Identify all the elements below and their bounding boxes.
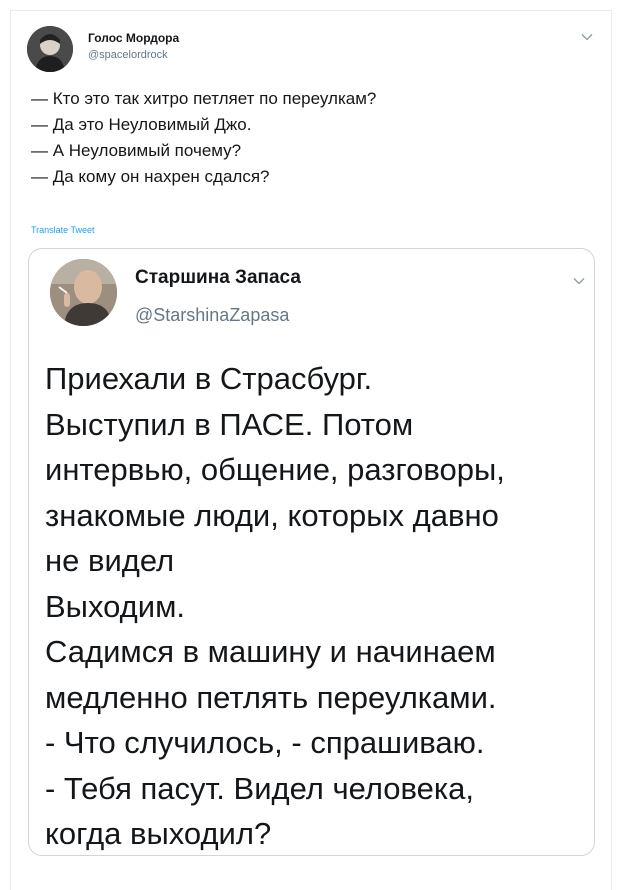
quoted-line: интервью, общение, разговоры,: [45, 452, 505, 487]
quoted-chevron-down-icon[interactable]: [572, 274, 586, 288]
quoted-line: Приехали в Страсбург.: [45, 361, 373, 396]
quoted-tweet[interactable]: Старшина Запаса @StarshinaZapasa Приехал…: [28, 248, 595, 856]
tweet-text: — Кто это так хитро петляет по переулкам…: [31, 86, 376, 190]
quoted-line: - Тебя пасут. Видел человека,: [45, 770, 475, 806]
quoted-author-handle[interactable]: @StarshinaZapasa: [135, 305, 289, 326]
chevron-down-icon[interactable]: [580, 30, 594, 44]
tweet-line: — Да кому он нахрен сдался?: [31, 167, 270, 186]
quoted-line: не видел: [45, 543, 175, 578]
quoted-author-name[interactable]: Старшина Запаса: [135, 267, 301, 289]
quoted-line: Садимся в машину и начинаем: [45, 634, 496, 669]
quoted-tweet-text: Приехали в Страсбург. Выступил в ПАСЕ. П…: [45, 356, 505, 855]
author-name[interactable]: Голос Мордора: [88, 31, 179, 45]
quoted-avatar-image: [50, 259, 117, 326]
avatar-image: [27, 26, 73, 72]
quoted-line: Выступил в ПАСЕ. Потом: [45, 406, 414, 442]
author-handle[interactable]: @spacelordrock: [88, 49, 168, 61]
quoted-line: медленно петлять переулками.: [45, 679, 497, 715]
tweet-line: — А Неуловимый почему?: [31, 141, 242, 160]
author-avatar[interactable]: [27, 26, 73, 72]
tweet-line: — Кто это так хитро петляет по переулкам…: [31, 89, 377, 108]
quoted-line: когда выходил?: [45, 816, 272, 851]
tweet-line: — Да это Неуловимый Джо.: [31, 115, 252, 134]
quoted-line: Выходим.: [45, 588, 185, 624]
quoted-author-avatar[interactable]: [50, 259, 117, 326]
quoted-line: - Что случилось, - спрашиваю.: [45, 725, 485, 760]
translate-tweet-link[interactable]: Translate Tweet: [31, 225, 95, 235]
quoted-line: знакомые люди, которых давно: [45, 497, 499, 533]
